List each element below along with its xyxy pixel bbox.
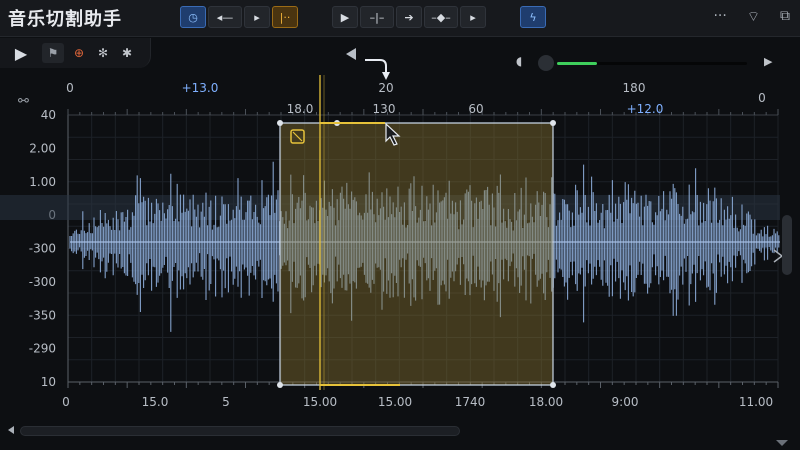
x-tick-label: 15.00 <box>303 395 337 409</box>
drag-hint-arrowhead <box>382 72 390 80</box>
x-tick-label: 0 <box>62 395 70 409</box>
ruler-label: 0 <box>66 81 74 95</box>
y-tick-label: 1.00 <box>29 175 56 189</box>
y-tick-label: 10 <box>41 375 56 389</box>
ruler-label: 60 <box>468 102 483 116</box>
left-arrow-icon[interactable] <box>346 48 356 60</box>
y-tick-label: -300 <box>29 242 56 256</box>
x-tick-label: 5 <box>222 395 230 409</box>
ruler-label: 20 <box>378 81 393 95</box>
x-axis-labels: 0 15.0 5 15.00 15.00 1740 18.00 9:00 11.00 <box>62 395 773 409</box>
ruler-label: 130 <box>373 102 396 116</box>
x-tick-label: 18.00 <box>529 395 563 409</box>
ruler-label: +12.0 <box>627 102 664 116</box>
corner-icon[interactable] <box>776 440 788 446</box>
scroll-left-icon[interactable] <box>8 426 14 434</box>
top-ruler: 0 +13.0 18.0 20 130 60 180 +12.0 0 <box>66 81 766 116</box>
ruler-label: 0 <box>758 91 766 105</box>
y-tick-label: -290 <box>29 342 56 356</box>
drag-hint-icon <box>365 59 387 74</box>
ruler-label: 180 <box>623 81 646 95</box>
selection-handle-tr[interactable] <box>550 120 556 126</box>
waveform-editor[interactable]: 0 +13.0 18.0 20 130 60 180 +12.0 0 40 2.00 1.00 0 -3… <box>0 0 800 450</box>
y-tick-label: 2.00 <box>29 141 56 155</box>
x-tick-label: 15.0 <box>142 395 169 409</box>
vertical-scrollbar[interactable] <box>782 215 792 275</box>
selection-handle-br[interactable] <box>550 382 556 388</box>
y-axis-labels: 402.001.000-300-300-350-29010 <box>29 108 56 389</box>
y-tick-label: -350 <box>29 308 56 322</box>
x-tick-label: 1740 <box>455 395 486 409</box>
x-tick-label: 15.00 <box>378 395 412 409</box>
selection-region[interactable] <box>279 122 554 386</box>
selection-handle-tl[interactable] <box>277 120 283 126</box>
y-tick-label: -300 <box>29 275 56 289</box>
ruler-label: +13.0 <box>182 81 219 95</box>
selection-handle-bl[interactable] <box>277 382 283 388</box>
x-tick-label: 11.00 <box>739 395 773 409</box>
ruler-label: 18.0 <box>287 102 314 116</box>
horizontal-scrollbar[interactable] <box>20 426 460 436</box>
zoom-icon[interactable]: ⚯ <box>18 94 29 109</box>
x-tick-label: 9:00 <box>612 395 639 409</box>
y-tick-label: 40 <box>41 108 56 122</box>
